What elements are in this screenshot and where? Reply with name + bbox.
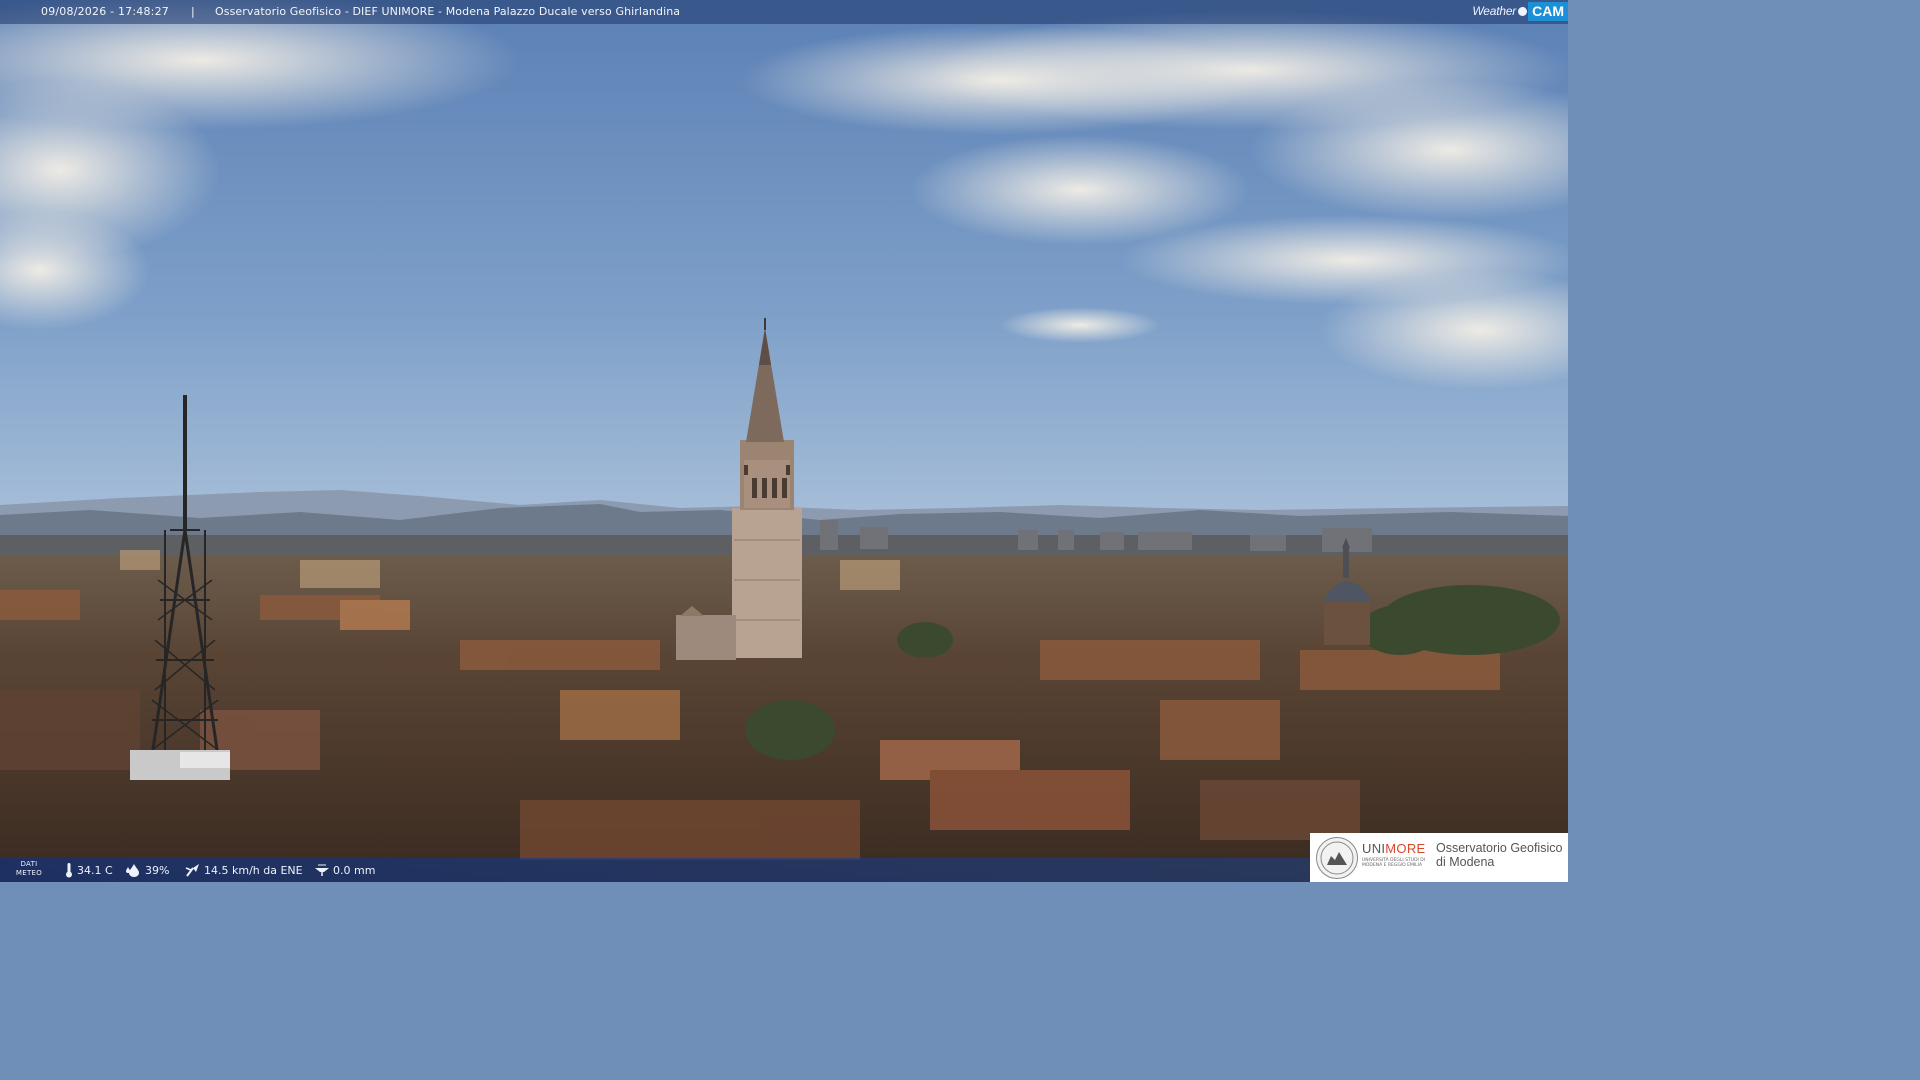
wind-value: 14.5 km/h da ENE (204, 863, 303, 877)
humidity-icon (126, 864, 139, 877)
rain-gauge-icon (315, 864, 329, 876)
wind-icon (185, 864, 199, 877)
weathercam-logo-cam: CAM (1528, 1, 1568, 21)
meteo-bar: DATI METEO 34.1 C 39% 14.5 km/h da ENE 0… (0, 858, 1310, 882)
humidity-value: 39% (145, 863, 170, 877)
unimore-wordmark: UNIMORE (1362, 841, 1426, 856)
weathercam-logo-dot-icon (1518, 6, 1528, 16)
webcam-image (0, 0, 1568, 882)
unimore-logo: UNIMORE UNIVERSITÀ DEGLI STUDI DI MODENA… (1310, 833, 1568, 882)
temperature-value: 34.1 C (77, 863, 113, 877)
unimore-wordmark-more: MORE (1385, 841, 1426, 856)
weathercam-logo-weather: Weather (1472, 4, 1517, 18)
header-bar: 09/08/2026 - 17:48:27 | Osservatorio Geo… (0, 0, 1568, 24)
meteo-label-line1: DATI (20, 860, 38, 868)
header-separator: | (191, 5, 195, 18)
camera-title: Osservatorio Geofisico - DIEF UNIMORE - … (215, 5, 681, 18)
wind-reading: 14.5 km/h da ENE (185, 858, 303, 882)
rain-value: 0.0 mm (333, 863, 376, 877)
observatory-name-line2: di Modena (1436, 855, 1495, 869)
rain-reading: 0.0 mm (314, 858, 375, 882)
unimore-subtitle: UNIVERSITÀ DEGLI STUDI DI MODENA E REGGI… (1362, 858, 1426, 868)
meteo-label-line2: METEO (15, 869, 43, 877)
weathercam-logo: Weather CAM (1472, 0, 1568, 22)
temperature-reading: 34.1 C (64, 858, 113, 882)
unimore-wordmark-uni: UNI (1362, 841, 1386, 856)
unimore-seal-icon (1316, 837, 1358, 879)
timestamp: 09/08/2026 - 17:48:27 (41, 5, 169, 18)
observatory-name-line1: Osservatorio Geofisico (1436, 841, 1563, 855)
observatory-name: Osservatorio Geofisico di Modena (1436, 841, 1562, 869)
thermometer-icon (66, 863, 72, 878)
meteo-label: DATI METEO (10, 860, 48, 878)
humidity-reading: 39% (126, 858, 169, 882)
